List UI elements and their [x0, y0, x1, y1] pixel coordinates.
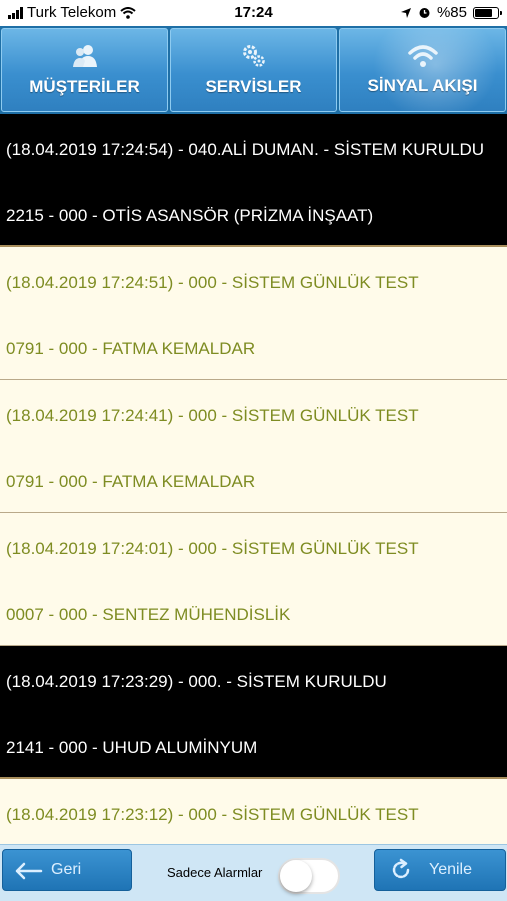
- signal-row[interactable]: (18.04.2019 17:24:41) - 000 - SİSTEM GÜN…: [0, 380, 507, 513]
- back-button[interactable]: Geri: [2, 849, 132, 891]
- tab-label: SERVİSLER: [205, 77, 302, 96]
- bottom-toolbar: Geri Sadece Alarmlar Yenile: [0, 844, 507, 901]
- battery-percent: %85: [436, 4, 467, 21]
- wifi-icon: [407, 45, 438, 67]
- tab-sinyal-akisi[interactable]: SİNYAL AKIŞI: [339, 28, 506, 112]
- status-bar: Turk Telekom 17:24 %85: [0, 0, 507, 26]
- alarms-only-toggle[interactable]: [278, 858, 340, 894]
- tab-label: MÜŞTERİLER: [29, 77, 140, 96]
- refresh-button[interactable]: Yenile: [374, 849, 506, 891]
- signal-row[interactable]: (18.04.2019 17:24:51) - 000 - SİSTEM GÜN…: [0, 247, 507, 380]
- signal-row[interactable]: (18.04.2019 17:23:29) - 000. - SİSTEM KU…: [0, 646, 507, 779]
- signal-row[interactable]: (18.04.2019 17:23:12) - 000 - SİSTEM GÜN…: [0, 779, 507, 844]
- signal-row[interactable]: (18.04.2019 17:24:01) - 000 - SİSTEM GÜN…: [0, 513, 507, 646]
- signal-list[interactable]: (18.04.2019 17:24:54) - 040.ALİ DUMAN. -…: [0, 114, 507, 844]
- alarm-clock-icon: [419, 8, 430, 18]
- location-arrow-icon: [400, 7, 411, 18]
- signal-event: (18.04.2019 17:23:12) - 000 - SİSTEM GÜN…: [6, 805, 419, 824]
- signal-event: (18.04.2019 17:24:54) - 040.ALİ DUMAN. -…: [6, 140, 485, 159]
- alarms-only-label: Sadece Alarmlar: [167, 865, 263, 880]
- status-right: %85: [400, 4, 502, 21]
- signal-account: 0007 - 000 - SENTEZ MÜHENDİSLİK: [6, 605, 291, 624]
- toggle-knob: [280, 860, 312, 892]
- tab-label: SİNYAL AKIŞI: [367, 76, 478, 95]
- back-label: Geri: [51, 861, 82, 878]
- signal-account: 2141 - 000 - UHUD ALUMİNYUM: [6, 738, 258, 757]
- signal-account: 2215 - 000 - OTİS ASANSÖR (PRİZMA İNŞAAT…: [6, 206, 374, 225]
- refresh-icon: [392, 858, 410, 879]
- tab-servisler[interactable]: SERVİSLER: [170, 28, 337, 112]
- signal-event: (18.04.2019 17:24:01) - 000 - SİSTEM GÜN…: [6, 539, 419, 558]
- gears-icon: [242, 45, 265, 67]
- battery-icon: [473, 6, 502, 19]
- tab-bar: MÜŞTERİLER SERVİSLER SİNYAL AKIŞI: [0, 26, 507, 114]
- signal-event: (18.04.2019 17:24:41) - 000 - SİSTEM GÜN…: [6, 406, 419, 425]
- signal-account: 0791 - 000 - FATMA KEMALDAR: [6, 472, 256, 491]
- refresh-label: Yenile: [429, 861, 473, 878]
- signal-row[interactable]: (18.04.2019 17:24:54) - 040.ALİ DUMAN. -…: [0, 114, 507, 247]
- users-icon: [72, 45, 97, 67]
- tab-musteriler[interactable]: MÜŞTERİLER: [1, 28, 168, 112]
- signal-event: (18.04.2019 17:24:51) - 000 - SİSTEM GÜN…: [6, 273, 419, 292]
- signal-event: (18.04.2019 17:23:29) - 000. - SİSTEM KU…: [6, 672, 387, 691]
- arrow-left-icon: [15, 862, 43, 880]
- signal-account: 0791 - 000 - FATMA KEMALDAR: [6, 339, 256, 358]
